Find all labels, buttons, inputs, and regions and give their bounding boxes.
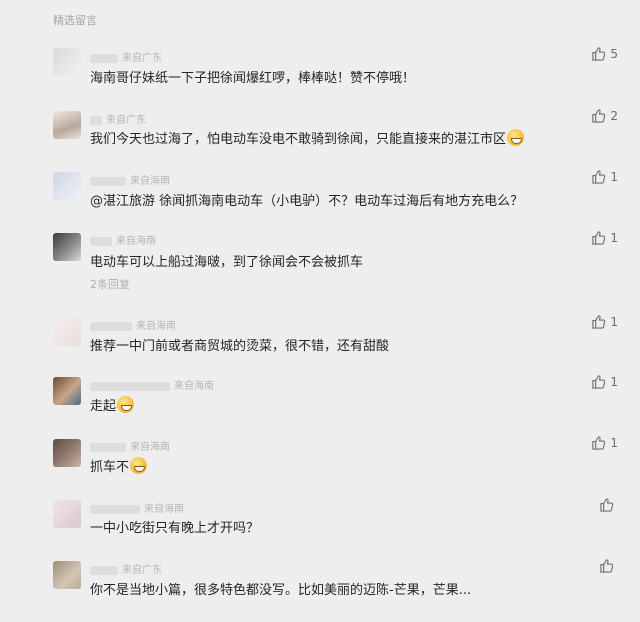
- avatar[interactable]: [53, 318, 81, 346]
- comment-location: 来自海南: [144, 504, 184, 515]
- comment-location: 来自海南: [136, 321, 176, 332]
- like-count: 1: [610, 230, 618, 245]
- avatar[interactable]: [53, 439, 81, 467]
- like-count: 1: [610, 169, 618, 184]
- like-button[interactable]: [599, 558, 618, 573]
- comment-meta: 来自海南: [90, 377, 214, 392]
- comment-location: 来自广东: [106, 115, 146, 126]
- comment-meta: 来自海南: [90, 317, 176, 332]
- thumbs-up-icon: [592, 436, 606, 450]
- thumbs-up-icon: [600, 498, 614, 512]
- like-button[interactable]: [599, 497, 618, 512]
- avatar[interactable]: [53, 500, 81, 528]
- avatar[interactable]: [53, 377, 81, 405]
- comment-location: 来自海南: [130, 176, 170, 187]
- emoji-icon: [507, 129, 525, 146]
- comment-meta: 来自海南: [90, 232, 156, 247]
- thumbs-up-icon: [592, 47, 606, 61]
- comment-text: 抓车不: [90, 456, 148, 475]
- like-button[interactable]: 1: [591, 169, 618, 184]
- like-count: 1: [610, 435, 618, 450]
- comment-meta: 来自广东: [90, 111, 146, 126]
- replies-link[interactable]: 2条回复: [90, 276, 130, 292]
- comment-meta: 来自广东: [90, 49, 162, 64]
- comment-location: 来自海南: [174, 381, 214, 392]
- emoji-icon: [117, 396, 135, 413]
- like-button[interactable]: 1: [591, 314, 618, 329]
- comment-meta: 来自海南: [90, 500, 184, 515]
- thumbs-up-icon: [592, 231, 606, 245]
- like-button[interactable]: 1: [591, 230, 618, 245]
- comment-text: 我们今天也过海了，怕电动车没电不敢骑到徐闻，只能直接来的湛江市区: [90, 128, 525, 147]
- comment-text: 你不是当地小篇，很多特色都没写。比如美丽的迈陈-芒果，芒果...: [90, 583, 472, 598]
- avatar[interactable]: [53, 111, 81, 139]
- like-count: 2: [610, 108, 618, 123]
- comment-text: 走起: [90, 395, 135, 414]
- avatar[interactable]: [53, 233, 81, 261]
- avatar[interactable]: [53, 561, 81, 589]
- like-button[interactable]: 2: [591, 108, 618, 123]
- thumbs-up-icon: [592, 170, 606, 184]
- comment-meta: 来自海南: [90, 438, 170, 453]
- comment-location: 来自广东: [122, 565, 162, 576]
- like-button[interactable]: 1: [591, 374, 618, 389]
- comment-location: 来自海南: [116, 236, 156, 247]
- thumbs-up-icon: [592, 375, 606, 389]
- like-count: 1: [610, 374, 618, 389]
- thumbs-up-icon: [600, 559, 614, 573]
- thumbs-up-icon: [592, 315, 606, 329]
- comment-location: 来自广东: [122, 53, 162, 64]
- comment-text: @湛江旅游 徐闻抓海南电动车（小电驴）不？电动车过海后有地方充电么？: [90, 194, 524, 209]
- section-title: 精选留言: [53, 14, 97, 27]
- like-count: 1: [610, 314, 618, 329]
- avatar[interactable]: [53, 48, 81, 76]
- thumbs-up-icon: [592, 109, 606, 123]
- comment-meta: 来自海南: [90, 172, 170, 187]
- comment-meta: 来自广东: [90, 561, 162, 576]
- emoji-icon: [130, 457, 148, 474]
- comment-text: 一中小吃街只有晚上才开吗？: [90, 521, 260, 536]
- like-count: 5: [610, 46, 618, 61]
- comment-text: 推荐一中门前或者商贸城的烫菜，很不错，还有甜酸: [90, 339, 390, 354]
- avatar[interactable]: [53, 172, 81, 200]
- comment-text: 电动车可以上船过海啵，到了徐闻会不会被抓车: [90, 255, 364, 270]
- comment-text: 海南哥仔妹纸一下子把徐闻爆红啰，棒棒哒！赞不停哦！: [90, 71, 416, 86]
- like-button[interactable]: 1: [591, 435, 618, 450]
- like-button[interactable]: 5: [591, 46, 618, 61]
- comment-location: 来自海南: [130, 442, 170, 453]
